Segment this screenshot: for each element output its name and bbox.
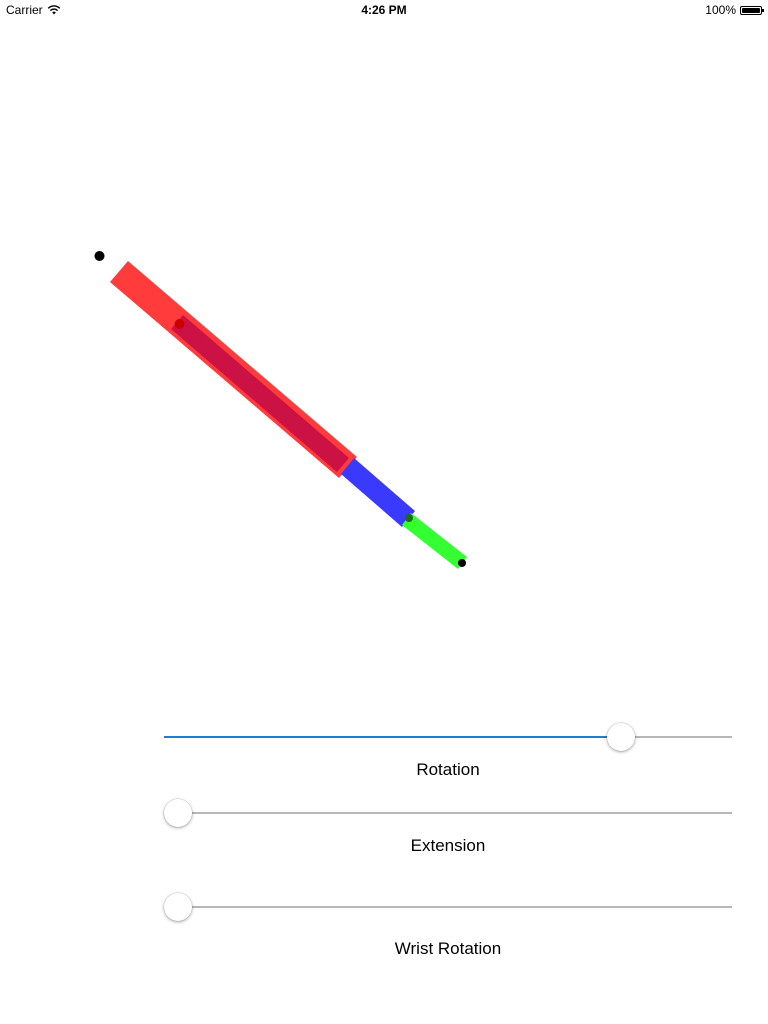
- wrist-segment: [402, 513, 467, 569]
- extension-slider[interactable]: [164, 798, 732, 828]
- slider-thumb[interactable]: [606, 723, 635, 751]
- forearm-segment: [341, 458, 415, 527]
- slider-track[interactable]: [164, 812, 732, 814]
- slider-track[interactable]: [164, 906, 732, 908]
- slider-thumb[interactable]: [164, 799, 192, 827]
- battery-icon: [740, 5, 764, 15]
- wrist-rotation-slider[interactable]: [164, 892, 732, 922]
- status-right: 100%: [705, 3, 764, 17]
- arm-drawing: [94, 251, 467, 569]
- battery-percent: 100%: [705, 3, 736, 17]
- rotation-label: Rotation: [416, 760, 480, 779]
- arm-canvas: [0, 20, 768, 700]
- battery-level: [742, 7, 760, 13]
- status-time: 4:26 PM: [361, 3, 407, 17]
- status-bar: Carrier 4:26 PM 100%: [0, 0, 768, 20]
- wrist-joint: [405, 514, 413, 522]
- slider-thumb[interactable]: [164, 893, 192, 921]
- end-effector: [458, 559, 466, 567]
- extension-joint: [174, 319, 185, 329]
- extension-label: Extension: [410, 836, 486, 855]
- rotation-slider[interactable]: [164, 722, 732, 752]
- extension-segment: [171, 315, 349, 472]
- origin-joint: [94, 251, 105, 261]
- wrist-rotation-label: Wrist Rotation: [394, 939, 502, 958]
- slider-fill: [164, 736, 621, 738]
